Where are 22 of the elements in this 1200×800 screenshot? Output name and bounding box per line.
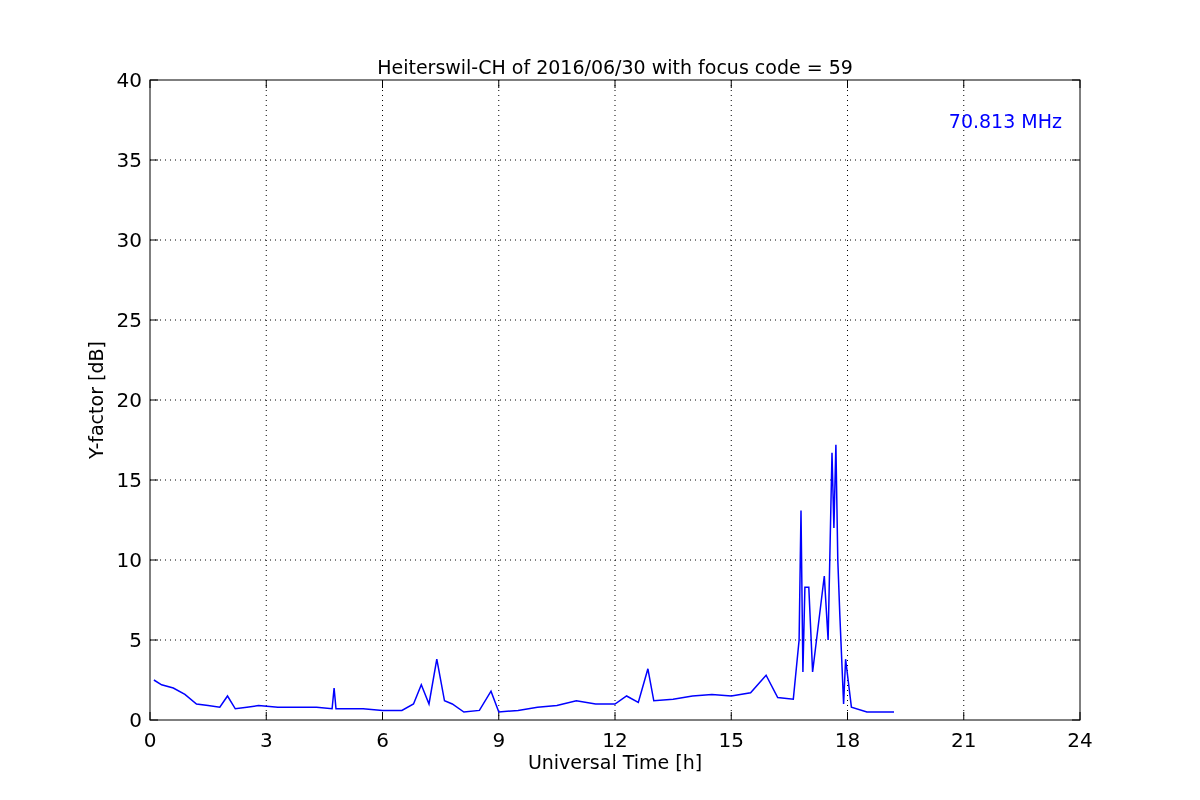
x-axis-label: Universal Time [h] <box>527 751 703 773</box>
x-tick-label: 0 <box>143 728 157 752</box>
y-tick-label: 20 <box>116 388 142 412</box>
y-tick-label: 40 <box>116 68 142 92</box>
y-tick-label: 5 <box>129 628 142 652</box>
x-tick-label: 6 <box>376 728 389 752</box>
y-axis-label: Y-factor [dB] <box>85 341 107 459</box>
x-tick-label: 3 <box>259 728 273 752</box>
x-tick-label: 21 <box>951 728 977 752</box>
y-tick-label: 15 <box>116 468 142 492</box>
x-tick-label: 9 <box>492 728 506 752</box>
x-tick-label: 18 <box>834 728 861 752</box>
y-tick-label: 10 <box>116 548 142 572</box>
x-tick-label: 24 <box>1067 728 1093 752</box>
y-tick-label: 0 <box>129 708 142 732</box>
series-label: 70.813 MHz <box>948 110 1062 132</box>
chart-title: Heiterswil-CH of 2016/06/30 with focus code = 59 <box>377 56 853 78</box>
x-tick-label: 15 <box>718 728 744 752</box>
y-tick-label: 30 <box>116 228 142 252</box>
y-tick-label: 35 <box>116 148 142 172</box>
x-tick-label: 12 <box>602 728 628 752</box>
y-tick-label: 25 <box>116 308 142 332</box>
